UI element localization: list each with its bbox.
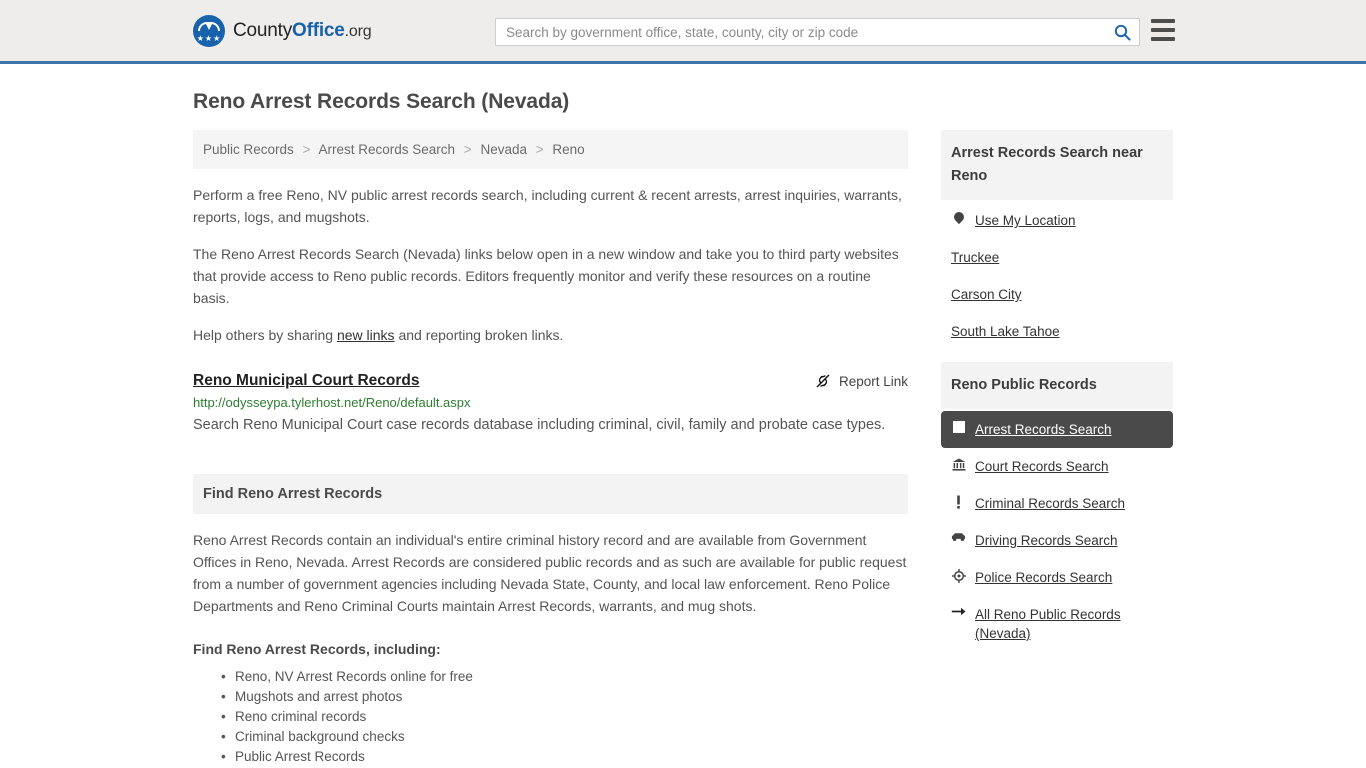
site-logo[interactable]: ★★★ CountyOffice.org — [193, 14, 372, 47]
sidebar-item-label: Police Records Search — [975, 570, 1113, 585]
find-records-body: Reno Arrest Records contain an individua… — [193, 532, 907, 614]
list-item: Reno, NV Arrest Records online for free — [221, 667, 908, 687]
page-title: Reno Arrest Records Search (Nevada) — [193, 90, 570, 113]
list-item: Mugshots and arrest photos — [221, 687, 908, 707]
sidebar-near-heading: Arrest Records Search near Reno — [941, 130, 1173, 200]
share-text-before: Help others by sharing — [193, 327, 337, 343]
breadcrumb-separator: > — [463, 142, 472, 157]
breadcrumb-item-public-records[interactable]: Public Records — [203, 142, 294, 157]
breadcrumb-item-arrest-records-search[interactable]: Arrest Records Search — [318, 142, 455, 157]
sidebar-item-label: Driving Records Search — [975, 533, 1118, 548]
sidebar-near-section: Arrest Records Search near Reno Use My L… — [941, 130, 1173, 350]
page-container: Reno Arrest Records Search (Nevada) Publ… — [0, 90, 1366, 767]
square-icon — [951, 420, 966, 433]
intro-paragraph-2: The Reno Arrest Records Search (Nevada) … — [193, 246, 899, 306]
sidebar-item-use-my-location[interactable]: Use My Location — [941, 202, 1173, 239]
search-icon — [1114, 24, 1131, 41]
intro-paragraph-3: Help others by sharing new links and rep… — [193, 324, 908, 346]
sidebar-item-label: Use My Location — [975, 213, 1076, 228]
broken-link-icon — [816, 374, 830, 388]
result-description: Search Reno Municipal Court case records… — [193, 417, 886, 433]
sidebar-item-label: South Lake Tahoe — [951, 324, 1060, 339]
find-records-heading: Find Reno Arrest Records — [193, 474, 908, 514]
search-bar[interactable] — [495, 18, 1140, 46]
county-office-eagle-icon: ★★★ — [193, 14, 225, 47]
map-pin-icon — [951, 209, 966, 225]
breadcrumb-item-nevada[interactable]: Nevada — [480, 142, 527, 157]
hamburger-bar — [1151, 28, 1175, 32]
logo-stars: ★★★ — [196, 33, 222, 43]
hamburger-bar — [1151, 19, 1175, 23]
hamburger-bar — [1151, 37, 1175, 41]
search-button[interactable] — [1105, 19, 1139, 45]
sidebar-item-south-lake-tahoe[interactable]: South Lake Tahoe — [941, 313, 1173, 350]
search-input[interactable] — [496, 19, 1105, 45]
sidebar-item-label: Truckee — [951, 250, 1000, 265]
sidebar-item-arrest-records-search[interactable]: Arrest Records Search — [941, 411, 1173, 448]
list-item: Criminal background checks — [221, 727, 908, 747]
list-item: Reno criminal records — [221, 707, 908, 727]
logo-text-county: County — [233, 19, 293, 41]
sidebar-item-carson-city[interactable]: Carson City — [941, 276, 1173, 313]
logo-text-office: Office — [292, 19, 345, 41]
result-header-row: Reno Municipal Court Records Report Link — [193, 372, 908, 390]
site-header: ★★★ CountyOffice.org — [0, 0, 1366, 64]
logo-text: CountyOffice.org — [233, 19, 372, 42]
sidebar-item-label: Court Records Search — [975, 459, 1109, 474]
sidebar-item-truckee[interactable]: Truckee — [941, 239, 1173, 276]
sidebar: Arrest Records Search near Reno Use My L… — [941, 130, 1173, 658]
report-link-button[interactable]: Report Link — [815, 372, 908, 389]
courthouse-icon — [951, 457, 966, 471]
intro-paragraph-1: Perform a free Reno, NV public arrest re… — [193, 187, 902, 225]
sidebar-item-label: Carson City — [951, 287, 1022, 302]
result-item: Reno Municipal Court Records Report Link… — [193, 372, 908, 438]
breadcrumb: Public Records > Arrest Records Search >… — [193, 130, 908, 169]
main-column: Public Records > Arrest Records Search >… — [193, 130, 908, 767]
exclamation-icon — [951, 494, 966, 509]
sidebar-item-criminal-records-search[interactable]: Criminal Records Search — [941, 485, 1173, 522]
sidebar-near-list: Use My Location Truckee Carson City Sout… — [941, 202, 1173, 350]
sidebar-item-driving-records-search[interactable]: Driving Records Search — [941, 522, 1173, 559]
result-title-link[interactable]: Reno Municipal Court Records — [193, 372, 420, 390]
new-links-link[interactable]: new links — [337, 327, 395, 343]
share-text-after: and reporting broken links. — [394, 327, 564, 343]
find-records-subheading: Find Reno Arrest Records, including: — [193, 641, 441, 657]
sidebar-records-section: Reno Public Records Arrest Records Searc… — [941, 362, 1173, 652]
badge-icon — [951, 568, 966, 583]
list-item: Public Arrest Records — [221, 747, 908, 767]
sidebar-item-label: Arrest Records Search — [975, 422, 1112, 437]
sidebar-item-label: Criminal Records Search — [975, 496, 1126, 511]
sidebar-item-all-reno-public-records[interactable]: All Reno Public Records (Nevada) — [941, 596, 1173, 652]
sidebar-item-court-records-search[interactable]: Court Records Search — [941, 448, 1173, 485]
report-link-label: Report Link — [838, 373, 908, 389]
find-records-list: Reno, NV Arrest Records online for free … — [193, 667, 908, 767]
arrow-right-icon — [951, 605, 966, 617]
sidebar-item-label: All Reno Public Records (Nevada) — [975, 607, 1121, 641]
logo-text-org: .org — [344, 22, 372, 40]
breadcrumb-item-reno[interactable]: Reno — [552, 142, 584, 157]
car-icon — [951, 531, 966, 542]
result-url: http://odysseypa.tylerhost.net/Reno/defa… — [193, 395, 471, 410]
sidebar-item-police-records-search[interactable]: Police Records Search — [941, 559, 1173, 596]
breadcrumb-separator: > — [535, 142, 544, 157]
breadcrumb-separator: > — [302, 142, 311, 157]
sidebar-records-list: Arrest Records Search Court Records Sear… — [941, 411, 1173, 652]
menu-button[interactable] — [1151, 19, 1175, 41]
content-columns: Public Records > Arrest Records Search >… — [193, 130, 1173, 767]
sidebar-records-heading: Reno Public Records — [941, 362, 1173, 409]
